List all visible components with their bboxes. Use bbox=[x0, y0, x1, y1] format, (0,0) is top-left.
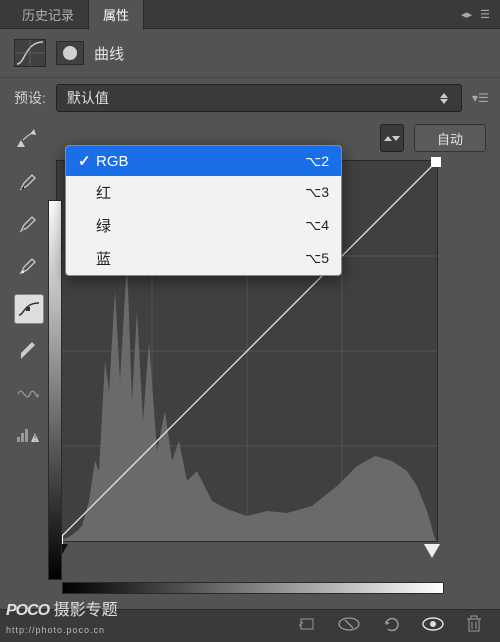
channel-option-red[interactable]: 红 ⌥3 bbox=[66, 176, 341, 209]
tab-history[interactable]: 历史记录 bbox=[8, 0, 88, 30]
preset-label: 预设: bbox=[14, 88, 46, 108]
title-row: 曲线 bbox=[0, 29, 500, 77]
properties-panel: 历史记录 属性 ◂▸ ☰ 曲线 预设: 默认值 ▾☰ bbox=[0, 0, 500, 642]
channel-dropdown: ✓ RGB ⌥2 红 ⌥3 绿 ⌥4 蓝 ⌥5 bbox=[65, 145, 342, 276]
select-arrows-icon bbox=[437, 93, 451, 104]
preset-menu-icon[interactable]: ▾☰ bbox=[472, 91, 486, 105]
channel-option-rgb[interactable]: ✓ RGB ⌥2 bbox=[66, 146, 341, 176]
gray-point-eyedropper[interactable] bbox=[14, 210, 42, 238]
auto-button[interactable]: 自动 bbox=[414, 124, 486, 152]
watermark-text: 摄影专题 bbox=[54, 602, 118, 619]
watermark: POCO 摄影专题 http://photo.poco.cn bbox=[6, 596, 118, 638]
channel-option-green[interactable]: 绿 ⌥4 bbox=[66, 209, 341, 242]
output-gradient-bar bbox=[48, 200, 62, 580]
input-gradient-bar bbox=[62, 582, 444, 594]
panel-menu-icon[interactable]: ☰ bbox=[480, 8, 490, 21]
layer-mask-icon[interactable] bbox=[56, 41, 84, 65]
tab-properties[interactable]: 属性 bbox=[88, 0, 144, 30]
view-previous-icon[interactable] bbox=[338, 617, 360, 636]
white-point-eyedropper[interactable] bbox=[14, 252, 42, 280]
preset-row: 预设: 默认值 ▾☰ bbox=[0, 77, 500, 122]
black-point-eyedropper[interactable] bbox=[14, 168, 42, 196]
watermark-url: http://photo.poco.cn bbox=[6, 625, 105, 635]
curve-point-tool[interactable] bbox=[14, 294, 44, 324]
collapse-icon[interactable]: ◂▸ bbox=[461, 8, 472, 21]
trash-icon[interactable] bbox=[466, 615, 482, 638]
white-input-slider[interactable] bbox=[424, 544, 440, 558]
tool-column: ! bbox=[14, 122, 46, 560]
smooth-curve-icon[interactable] bbox=[14, 380, 42, 408]
reset-icon[interactable] bbox=[382, 616, 400, 637]
visibility-icon[interactable] bbox=[422, 617, 444, 636]
adjustment-title: 曲线 bbox=[94, 43, 124, 64]
svg-text:!: ! bbox=[34, 434, 36, 443]
panel-tab-bar: 历史记录 属性 ◂▸ ☰ bbox=[0, 0, 500, 29]
clip-to-layer-icon[interactable] bbox=[298, 616, 316, 637]
clip-warning-icon[interactable]: ! bbox=[14, 422, 42, 450]
draw-curve-tool[interactable] bbox=[14, 338, 42, 366]
preset-select[interactable]: 默认值 bbox=[56, 84, 462, 112]
input-sliders bbox=[56, 542, 436, 560]
panel-controls: ◂▸ ☰ bbox=[461, 8, 500, 21]
on-image-adjust-tool[interactable] bbox=[14, 126, 42, 154]
curves-adjustment-icon[interactable] bbox=[14, 39, 46, 67]
channel-select-arrow[interactable] bbox=[380, 124, 404, 152]
channel-option-blue[interactable]: 蓝 ⌥5 bbox=[66, 242, 341, 275]
check-icon: ✓ bbox=[78, 152, 96, 170]
watermark-brand: POCO bbox=[6, 602, 49, 619]
curve-handle-white[interactable] bbox=[431, 157, 441, 167]
preset-value: 默认值 bbox=[67, 88, 109, 108]
